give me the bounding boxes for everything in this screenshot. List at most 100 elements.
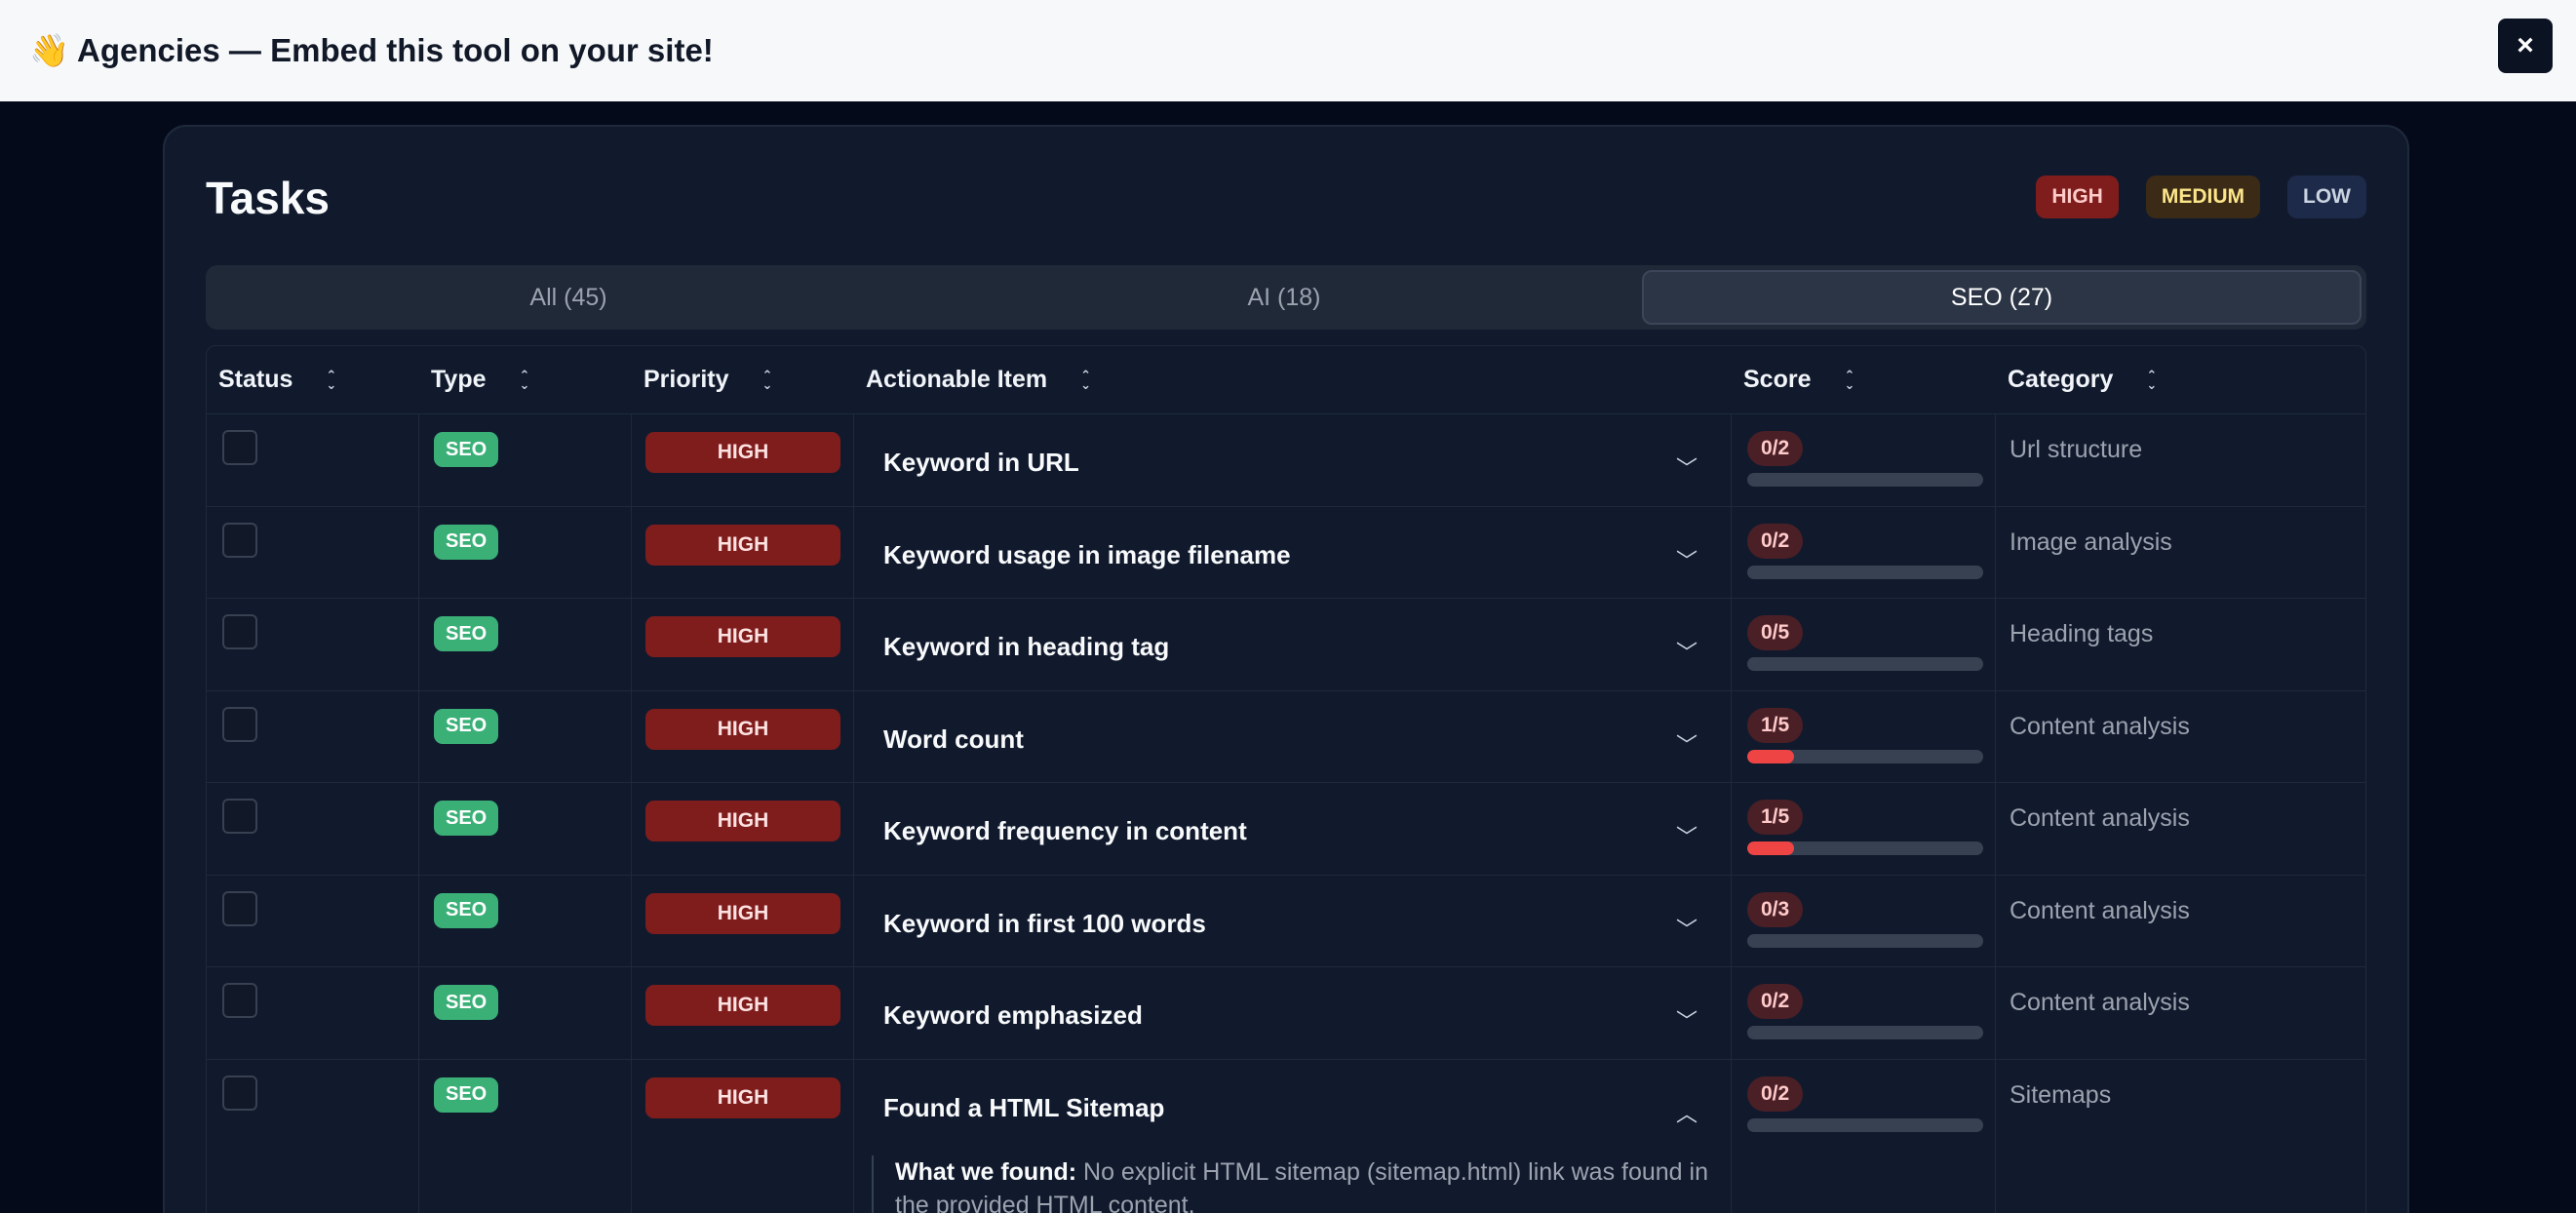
score-progress-bar (1747, 749, 1983, 763)
priority-cell: HIGH (632, 783, 854, 875)
type-badge: SEO (434, 708, 499, 744)
header-status[interactable]: Status ⌃ ⌄ (207, 346, 419, 413)
type-cell: SEO (419, 1059, 632, 1213)
priority-badge: HIGH (645, 1076, 840, 1118)
header-score[interactable]: Score ⌃ ⌄ (1732, 346, 1996, 413)
tab-all[interactable]: All (45) (211, 270, 926, 325)
status-checkbox[interactable] (222, 983, 257, 1018)
score-progress-bar (1747, 657, 1983, 671)
embed-banner: 👋 Agencies — Embed this tool on your sit… (0, 0, 2576, 101)
table-row: SEO HIGH Keyword in URL ﹀ 0/2 Url struct… (207, 414, 2365, 507)
sort-icon[interactable]: ⌃ ⌄ (762, 369, 773, 391)
score-progress-bar (1747, 933, 1983, 948)
score-progress-bar (1747, 1026, 1983, 1039)
type-cell: SEO (419, 967, 632, 1059)
status-checkbox[interactable] (222, 614, 257, 649)
score-progress-fill (1747, 841, 1795, 855)
type-badge: SEO (434, 616, 499, 651)
header-actionable-item[interactable]: Actionable Item ⌃ ⌄ (854, 346, 1732, 413)
score-cell: 0/5 (1732, 599, 1996, 690)
chevron-down-icon[interactable]: ﹀ (1676, 544, 1698, 575)
category-cell: Content analysis (1996, 783, 2363, 875)
sort-icon[interactable]: ⌃ ⌄ (326, 369, 336, 391)
type-badge: SEO (434, 1076, 499, 1113)
category-cell: Sitemaps (1996, 1060, 2363, 1213)
chevron-down-icon[interactable]: ﹀ (1676, 728, 1698, 760)
close-button[interactable]: × (2498, 19, 2553, 73)
actionable-item-cell[interactable]: Keyword usage in image filename ﹀ (854, 506, 1732, 598)
priority-badge: HIGH (645, 616, 840, 657)
score-progress-bar (1747, 473, 1983, 487)
status-checkbox[interactable] (222, 706, 257, 742)
sort-icon[interactable]: ⌃ ⌄ (1080, 369, 1091, 391)
filter-tabs: All (45) AI (18) SEO (27) (206, 265, 2366, 330)
status-cell (207, 783, 419, 875)
status-checkbox[interactable] (222, 430, 257, 465)
chevron-down-icon[interactable]: ﹀ (1676, 1004, 1698, 1036)
category-label: Content analysis (2010, 896, 2190, 924)
score-cell: 0/3 (1732, 875, 1996, 966)
chevron-down-icon[interactable]: ﹀ (1676, 451, 1698, 483)
sort-icon[interactable]: ⌃ ⌄ (1844, 369, 1854, 391)
priority-cell: HIGH (632, 414, 854, 506)
actionable-item-cell[interactable]: Keyword in first 100 words ﹀ (854, 875, 1732, 966)
sort-icon[interactable]: ⌃ ⌄ (520, 369, 530, 391)
type-cell: SEO (419, 506, 632, 598)
category-cell: Content analysis (1996, 967, 2363, 1059)
priority-cell: HIGH (632, 1059, 854, 1213)
actionable-item-cell[interactable]: Keyword frequency in content ﹀ (854, 783, 1732, 875)
score-pill: 0/2 (1747, 984, 1804, 1019)
priority-badge: HIGH (645, 892, 840, 934)
header-priority-label: Priority (644, 366, 729, 393)
actionable-item-label: Keyword frequency in content (883, 816, 1247, 845)
status-checkbox[interactable] (222, 1075, 257, 1111)
actionable-item-cell[interactable]: Keyword in heading tag ﹀ (854, 599, 1732, 690)
category-label: Content analysis (2010, 712, 2190, 740)
priority-badge: HIGH (645, 432, 840, 473)
table-row: SEO HIGH Keyword emphasized ﹀ 0/2 Conten… (207, 967, 2365, 1060)
score-progress-bar (1747, 1117, 1983, 1132)
actionable-item-cell[interactable]: Found a HTML Sitemap ︿ What we found: No… (854, 1059, 1732, 1213)
sort-icon[interactable]: ⌃ ⌄ (2146, 369, 2157, 391)
chevron-down-icon[interactable]: ﹀ (1676, 913, 1698, 944)
actionable-item-label: Keyword in heading tag (883, 632, 1170, 661)
score-pill: 1/5 (1747, 707, 1804, 743)
actionable-item-cell[interactable]: Keyword in URL ﹀ (854, 414, 1732, 506)
status-cell (207, 1059, 419, 1213)
priority-cell: HIGH (632, 875, 854, 966)
type-badge: SEO (434, 892, 499, 928)
score-pill: 1/5 (1747, 800, 1804, 835)
chevron-down-icon[interactable]: ﹀ (1676, 636, 1698, 667)
actionable-item-cell[interactable]: Keyword emphasized ﹀ (854, 967, 1732, 1059)
legend-medium-badge: MEDIUM (2145, 176, 2261, 218)
actionable-item-label: Keyword in first 100 words (883, 908, 1206, 938)
category-label: Content analysis (2010, 989, 2190, 1016)
score-progress-bar (1747, 565, 1983, 579)
tab-seo[interactable]: SEO (27) (1642, 270, 2361, 325)
actionable-item-label: Word count (883, 724, 1024, 754)
status-checkbox[interactable] (222, 522, 257, 558)
status-cell (207, 506, 419, 598)
status-checkbox[interactable] (222, 890, 257, 926)
header-type[interactable]: Type ⌃ ⌄ (419, 346, 632, 413)
score-cell: 0/2 (1732, 506, 1996, 598)
score-cell: 1/5 (1732, 690, 1996, 782)
table-row: SEO HIGH Found a HTML Sitemap ︿ What we … (207, 1059, 2365, 1213)
type-cell: SEO (419, 414, 632, 506)
status-checkbox[interactable] (222, 799, 257, 834)
type-cell: SEO (419, 690, 632, 782)
header-category[interactable]: Category ⌃ ⌄ (1996, 346, 2363, 413)
priority-cell: HIGH (632, 506, 854, 598)
priority-badge: HIGH (645, 985, 840, 1026)
banner-text: 👋 Agencies — Embed this tool on your sit… (29, 31, 714, 68)
chevron-down-icon[interactable]: ﹀ (1676, 820, 1698, 851)
table-body: SEO HIGH Keyword in URL ﹀ 0/2 Url struct… (207, 414, 2365, 1213)
type-badge: SEO (434, 524, 499, 560)
header-priority[interactable]: Priority ⌃ ⌄ (632, 346, 854, 413)
chevron-up-icon[interactable]: ︿ (1676, 1097, 1698, 1128)
actionable-item-cell[interactable]: Word count ﹀ (854, 690, 1732, 782)
category-cell: Content analysis (1996, 691, 2363, 783)
tab-ai[interactable]: AI (18) (926, 270, 1642, 325)
tasks-card: Tasks HIGH MEDIUM LOW All (45) AI (18) S… (163, 125, 2409, 1213)
legend-high-badge: HIGH (2036, 176, 2119, 218)
